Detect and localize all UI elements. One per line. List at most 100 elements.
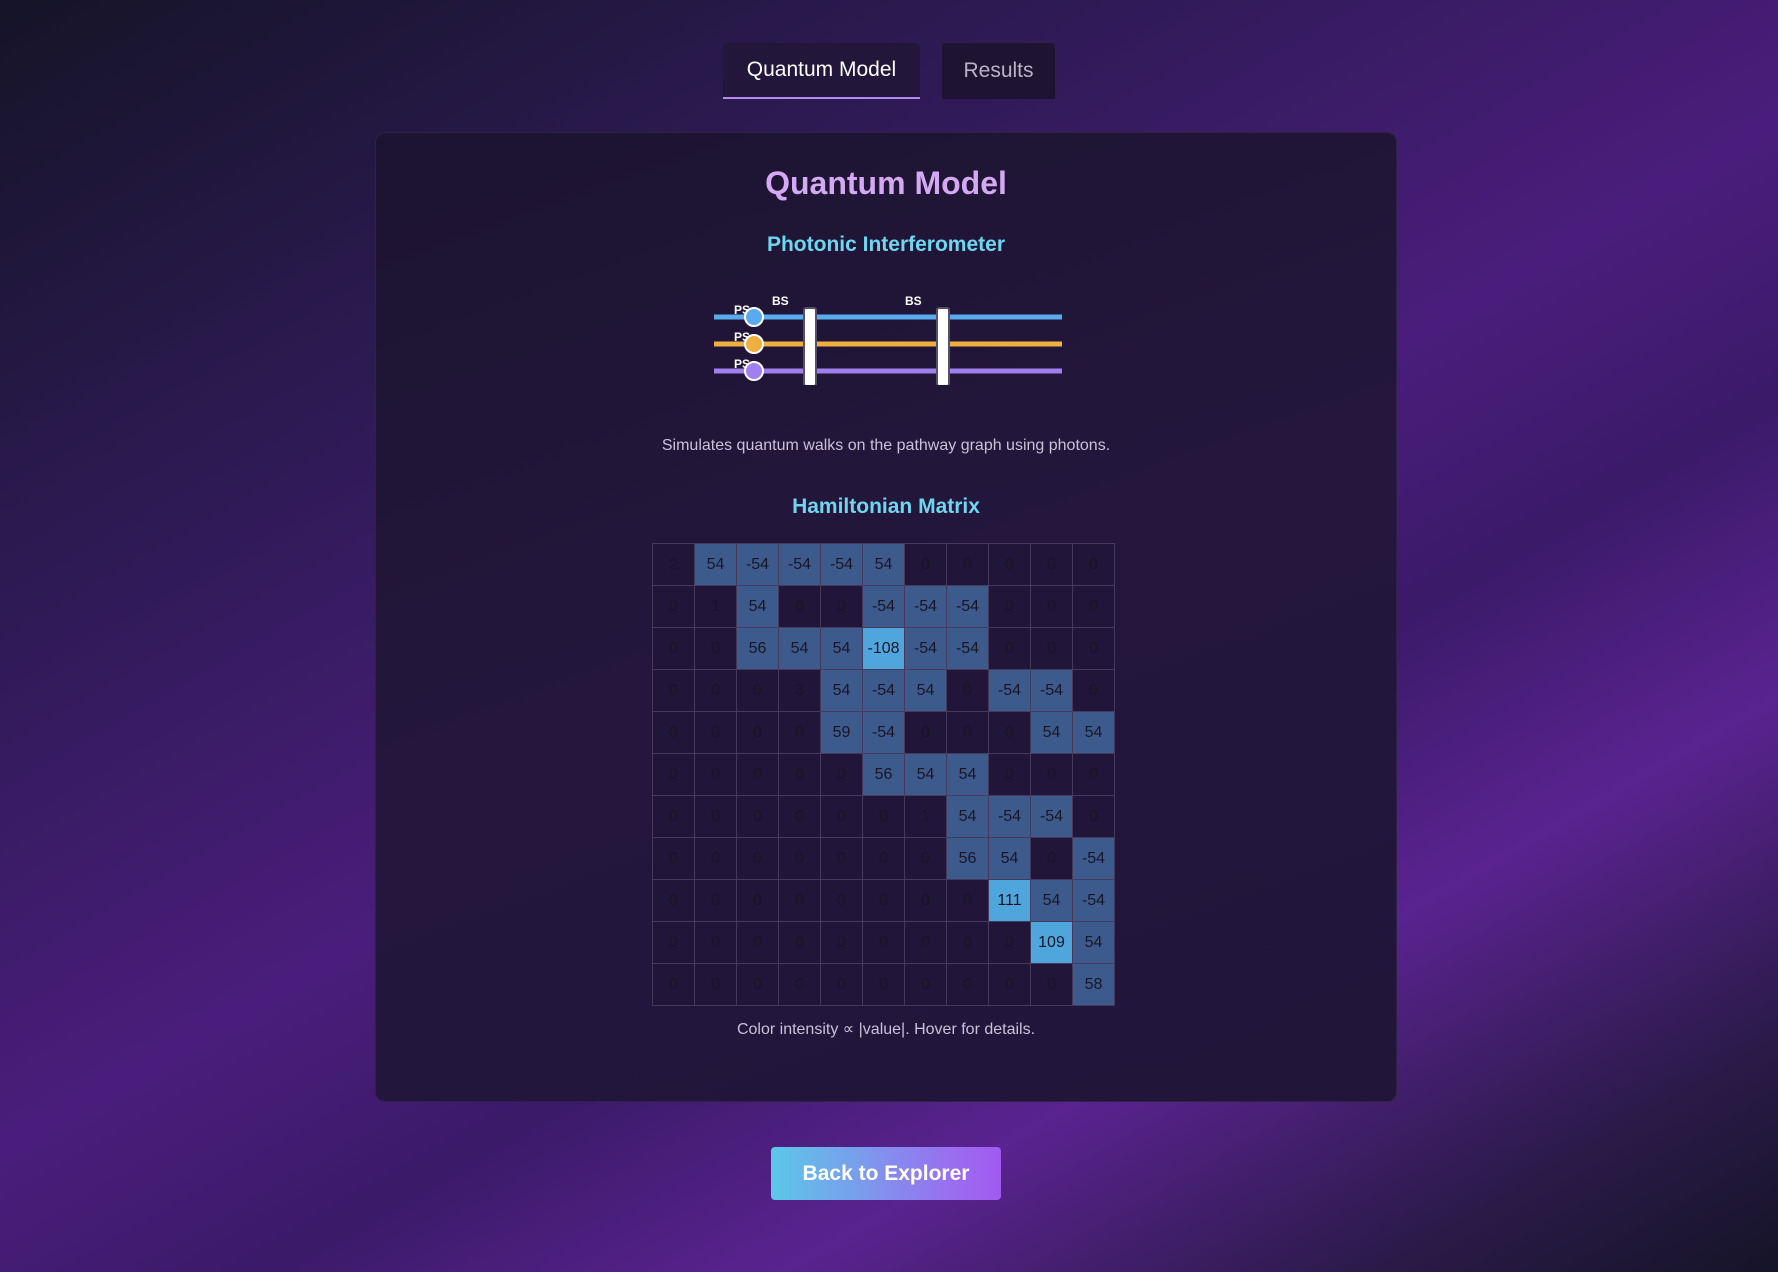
matrix-cell[interactable]: 54: [904, 669, 947, 712]
matrix-cell[interactable]: 0: [652, 795, 695, 838]
matrix-cell[interactable]: 0: [736, 963, 779, 1006]
matrix-cell[interactable]: -54: [1030, 669, 1073, 712]
matrix-cell[interactable]: 0: [988, 711, 1031, 754]
beam-splitter-1[interactable]: [803, 307, 817, 385]
matrix-cell[interactable]: 0: [694, 879, 737, 922]
matrix-cell[interactable]: 56: [946, 837, 989, 880]
matrix-cell[interactable]: 0: [736, 921, 779, 964]
matrix-cell[interactable]: -54: [1030, 795, 1073, 838]
matrix-cell[interactable]: 0: [778, 879, 821, 922]
matrix-cell[interactable]: 54: [946, 795, 989, 838]
matrix-cell[interactable]: 1: [904, 795, 947, 838]
matrix-cell[interactable]: -54: [904, 627, 947, 670]
matrix-cell[interactable]: 2: [652, 543, 695, 586]
matrix-cell[interactable]: 0: [1072, 669, 1115, 712]
phase-shifter-3[interactable]: [744, 361, 764, 381]
matrix-cell[interactable]: 0: [778, 795, 821, 838]
matrix-cell[interactable]: 0: [652, 837, 695, 880]
matrix-cell[interactable]: 0: [778, 837, 821, 880]
matrix-cell[interactable]: 0: [736, 837, 779, 880]
matrix-cell[interactable]: 0: [652, 753, 695, 796]
matrix-cell[interactable]: 0: [652, 585, 695, 628]
matrix-cell[interactable]: 0: [1030, 753, 1073, 796]
matrix-cell[interactable]: 56: [736, 627, 779, 670]
matrix-cell[interactable]: -54: [862, 585, 905, 628]
matrix-cell[interactable]: -54: [736, 543, 779, 586]
matrix-cell[interactable]: 56: [862, 753, 905, 796]
matrix-cell[interactable]: -54: [946, 627, 989, 670]
matrix-cell[interactable]: 0: [1030, 963, 1073, 1006]
matrix-cell[interactable]: 0: [904, 543, 947, 586]
matrix-cell[interactable]: 54: [1030, 879, 1073, 922]
tab-results[interactable]: Results: [942, 43, 1055, 99]
matrix-cell[interactable]: 0: [736, 879, 779, 922]
matrix-cell[interactable]: -54: [946, 585, 989, 628]
matrix-cell[interactable]: 0: [694, 837, 737, 880]
matrix-cell[interactable]: 58: [1072, 963, 1115, 1006]
matrix-cell[interactable]: 0: [946, 879, 989, 922]
matrix-cell[interactable]: 0: [694, 963, 737, 1006]
matrix-cell[interactable]: 0: [1030, 627, 1073, 670]
matrix-cell[interactable]: 0: [694, 753, 737, 796]
matrix-cell[interactable]: 0: [988, 921, 1031, 964]
matrix-cell[interactable]: 3: [778, 669, 821, 712]
matrix-cell[interactable]: 0: [862, 837, 905, 880]
matrix-cell[interactable]: 0: [1030, 585, 1073, 628]
matrix-cell[interactable]: 0: [862, 879, 905, 922]
matrix-cell[interactable]: 0: [694, 669, 737, 712]
matrix-cell[interactable]: 54: [820, 669, 863, 712]
phase-shifter-1[interactable]: [744, 307, 764, 327]
matrix-cell[interactable]: 0: [1030, 837, 1073, 880]
back-to-explorer-button[interactable]: Back to Explorer: [771, 1147, 1001, 1200]
matrix-cell[interactable]: -54: [778, 543, 821, 586]
matrix-cell[interactable]: 0: [652, 921, 695, 964]
matrix-cell[interactable]: 0: [820, 753, 863, 796]
matrix-cell[interactable]: 0: [946, 543, 989, 586]
matrix-cell[interactable]: 0: [1072, 585, 1115, 628]
matrix-cell[interactable]: 0: [820, 921, 863, 964]
matrix-cell[interactable]: 111: [988, 879, 1031, 922]
matrix-cell[interactable]: 54: [694, 543, 737, 586]
matrix-cell[interactable]: 0: [778, 753, 821, 796]
matrix-cell[interactable]: 0: [904, 963, 947, 1006]
matrix-cell[interactable]: 0: [904, 711, 947, 754]
matrix-cell[interactable]: 59: [820, 711, 863, 754]
matrix-cell[interactable]: 0: [988, 543, 1031, 586]
matrix-cell[interactable]: 54: [988, 837, 1031, 880]
matrix-cell[interactable]: 0: [946, 669, 989, 712]
phase-shifter-2[interactable]: [744, 334, 764, 354]
matrix-cell[interactable]: 54: [904, 753, 947, 796]
matrix-cell[interactable]: -54: [988, 669, 1031, 712]
matrix-cell[interactable]: 0: [652, 669, 695, 712]
matrix-cell[interactable]: 0: [820, 837, 863, 880]
matrix-cell[interactable]: 0: [694, 921, 737, 964]
matrix-cell[interactable]: 0: [778, 711, 821, 754]
matrix-cell[interactable]: 0: [904, 921, 947, 964]
matrix-cell[interactable]: 0: [652, 627, 695, 670]
matrix-cell[interactable]: 0: [778, 921, 821, 964]
matrix-cell[interactable]: 0: [1072, 795, 1115, 838]
matrix-cell[interactable]: 0: [946, 963, 989, 1006]
matrix-cell[interactable]: 54: [1072, 711, 1115, 754]
matrix-cell[interactable]: 0: [736, 795, 779, 838]
matrix-cell[interactable]: 0: [736, 711, 779, 754]
matrix-cell[interactable]: 54: [862, 543, 905, 586]
matrix-cell[interactable]: 0: [820, 963, 863, 1006]
matrix-cell[interactable]: 0: [736, 669, 779, 712]
matrix-cell[interactable]: 0: [694, 711, 737, 754]
matrix-cell[interactable]: 0: [820, 795, 863, 838]
beam-splitter-2[interactable]: [936, 307, 950, 385]
matrix-cell[interactable]: 54: [946, 753, 989, 796]
matrix-cell[interactable]: 54: [778, 627, 821, 670]
matrix-cell[interactable]: 0: [904, 879, 947, 922]
matrix-cell[interactable]: 0: [778, 585, 821, 628]
matrix-cell[interactable]: 54: [1072, 921, 1115, 964]
matrix-cell[interactable]: 0: [1030, 543, 1073, 586]
matrix-cell[interactable]: 0: [904, 837, 947, 880]
matrix-cell[interactable]: 0: [1072, 627, 1115, 670]
matrix-cell[interactable]: 54: [1030, 711, 1073, 754]
matrix-cell[interactable]: 0: [652, 711, 695, 754]
matrix-cell[interactable]: 0: [946, 711, 989, 754]
matrix-cell[interactable]: 0: [778, 963, 821, 1006]
matrix-cell[interactable]: 0: [946, 921, 989, 964]
